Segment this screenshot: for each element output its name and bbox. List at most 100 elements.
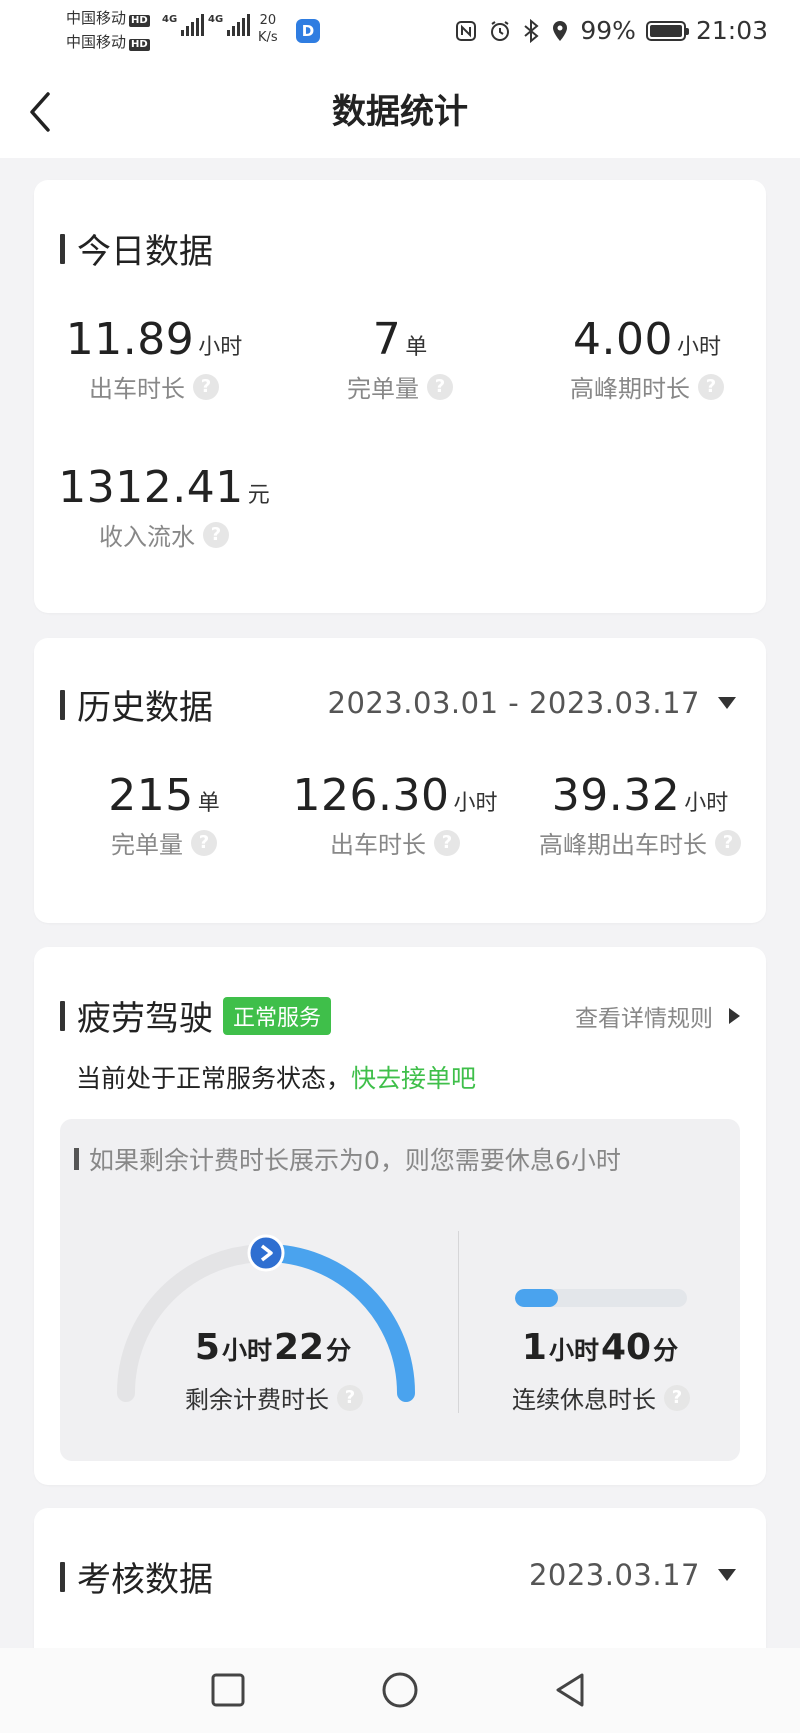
signal-icon: 4G [162,14,205,36]
rest-label: 连续休息时长 [512,1386,656,1414]
title-accent-bar [60,233,65,264]
title-accent-bar [60,1000,65,1031]
remaining-time: 5小时22分 剩余计费时长? [160,1327,388,1415]
rest-progress-fill [515,1289,558,1307]
remaining-label: 剩余计费时长 [185,1386,329,1414]
rest-hint-text: 如果剩余计费时长展示为0，则您需要休息6小时 [89,1146,621,1175]
status-badge: 正常服务 [223,996,332,1035]
stat-label: 高峰期时长 [570,375,690,403]
battery-percent: 99% [580,16,636,45]
title-accent-bar [60,689,65,720]
stat-label: 完单量 [111,831,183,859]
hd-badge: HD [129,39,150,51]
assessment-data-card: 考核数据 2023.03.17 [34,1508,766,1668]
help-icon[interactable]: ? [193,373,219,400]
speed-unit: K/s [258,30,278,45]
section-title: 历史数据 [60,680,213,729]
stat-label: 完单量 [347,375,419,403]
stat-peak-hours: 4.00 小时 高峰期时长? [542,314,752,404]
fatigue-detail-panel: 如果剩余计费时长展示为0，则您需要休息6小时 5小时22分 剩余计费时长? 1小… [60,1119,740,1461]
date-range-text: 2023.03.01 - 2023.03.17 [327,686,700,720]
history-title-text: 历史数据 [77,688,213,728]
remaining-hours-unit: 小时 [221,1336,272,1365]
help-icon[interactable]: ? [664,1384,690,1411]
nfc-icon [456,20,477,41]
panel-divider [458,1231,459,1413]
rest-minutes: 40 [600,1327,652,1368]
gauge-marker-icon [247,1234,285,1272]
remaining-minutes: 22 [273,1327,325,1368]
app-notification-icon: D [296,19,320,43]
remaining-hours: 5 [194,1327,220,1368]
stat-unit: 元 [247,483,270,508]
stat-orders: 7单 完单量? [300,314,500,404]
service-status: 当前处于正常服务状态，快去接单吧 [76,1059,476,1095]
help-icon[interactable]: ? [191,829,217,856]
assessment-date-dropdown[interactable]: 2023.03.17 [529,1558,736,1592]
home-circle-icon[interactable] [380,1670,420,1710]
rest-progress-bar [515,1289,687,1307]
stat-unit: 单 [197,791,220,816]
rest-hours-unit: 小时 [548,1336,599,1365]
help-icon[interactable]: ? [337,1384,363,1411]
battery-icon [645,20,689,41]
help-icon[interactable]: ? [434,829,460,856]
back-triangle-icon[interactable] [550,1670,590,1710]
stat-unit: 小时 [198,335,243,360]
title-accent-bar [60,1561,65,1592]
alarm-icon [491,20,510,41]
location-icon [553,20,568,41]
speed-value: 20 [259,13,277,28]
rest-hint: 如果剩余计费时长展示为0，则您需要休息6小时 [74,1141,621,1177]
today-data-card: 今日数据 11.89 小时 出车时长? 7单 完单量? 4.00 小时 高峰期时长?… [34,180,766,613]
signal-icon: 4G [208,14,251,36]
today-title-text: 今日数据 [77,232,213,272]
system-navigation-bar [0,1648,800,1733]
help-icon[interactable]: ? [715,829,741,856]
stat-unit: 小时 [676,335,721,360]
top-app-bar: 数据统计 [0,62,800,158]
help-icon[interactable]: ? [427,373,453,400]
clock: 21:03 [695,16,768,45]
remaining-minutes-unit: 分 [326,1336,352,1365]
stat-label: 出车时长 [330,831,426,859]
bluetooth-icon [524,18,539,43]
section-title: 疲劳驾驶 正常服务 [60,991,332,1040]
stat-income: 1312.41 元 收入流水? [44,462,284,552]
stat-value: 215 [108,770,194,821]
hint-accent-bar [74,1148,79,1170]
stat-label: 高峰期出车时长 [539,831,707,859]
section-title: 考核数据 [60,1552,213,1601]
stat-unit: 小时 [453,791,498,816]
stat-value: 126.30 [292,770,450,821]
stat-driving-hours: 11.89 小时 出车时长? [54,314,254,404]
page-title: 数据统计 [332,92,468,132]
rest-hours: 1 [521,1327,547,1368]
stat-label: 出车时长 [89,375,185,403]
continuous-rest: 1小时40分 连续休息时长? [462,1289,740,1415]
carrier-1-name: 中国移动 [66,9,127,27]
stat-value: 4.00 [573,314,673,365]
carrier-1: 中国移动 HD [66,8,150,28]
rest-minutes-unit: 分 [653,1336,679,1365]
view-rules-text: 查看详情规则 [575,1006,713,1032]
fatigue-title-text: 疲劳驾驶 [77,999,213,1039]
assessment-title-text: 考核数据 [77,1560,213,1600]
recents-square-icon[interactable] [208,1670,248,1710]
fatigue-driving-card: 疲劳驾驶 正常服务 查看详情规则 当前处于正常服务状态，快去接单吧 如果剩余计费… [34,947,766,1485]
dropdown-arrow-icon [718,1569,736,1581]
network-speed: 20 K/s [258,12,278,46]
stat-total-orders: 215 单 完单量? [64,770,264,860]
stat-value: 11.89 [65,314,195,365]
stat-value: 39.32 [551,770,681,821]
help-icon[interactable]: ? [203,521,229,548]
network-type-1: 4G [162,14,178,25]
date-range-dropdown[interactable]: 2023.03.01 - 2023.03.17 [327,686,736,720]
hd-badge: HD [129,15,150,27]
stat-unit: 小时 [684,791,729,816]
section-title: 今日数据 [60,224,213,273]
stat-label: 收入流水 [99,523,195,551]
help-icon[interactable]: ? [698,373,724,400]
view-rules-link[interactable]: 查看详情规则 [575,999,740,1033]
status-right: 99% 21:03 [454,16,768,45]
